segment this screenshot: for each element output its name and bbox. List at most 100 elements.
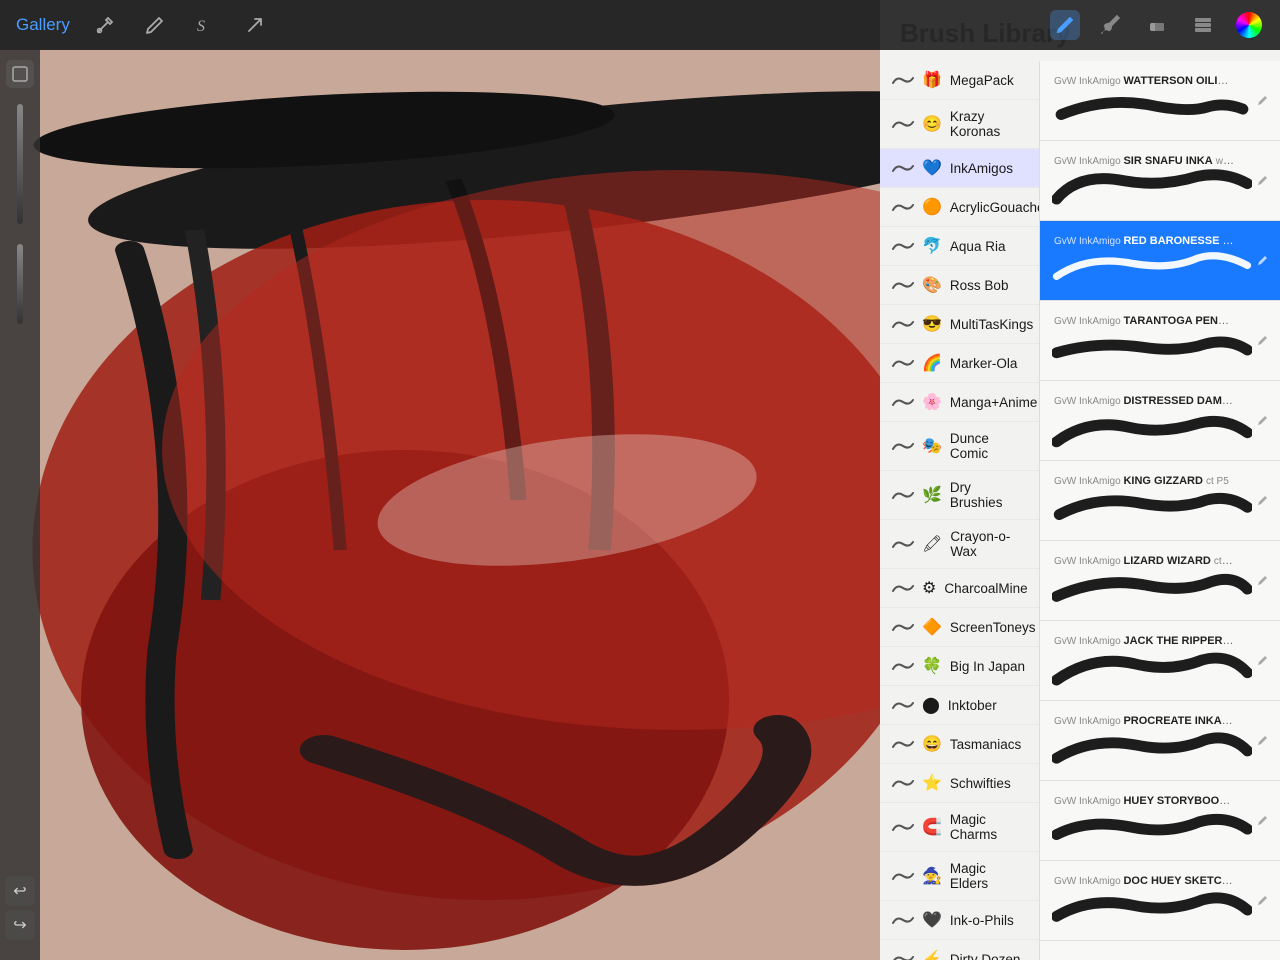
brush-name-text: GvW InkAmigo SIR SNAFU INKA wct P5: [1054, 155, 1234, 167]
brush-preview: GvW InkAmigo DISTRESSED DAMSEL ct P5: [1050, 391, 1254, 451]
brush-name-text: GvW InkAmigo PROCREATE INKADEMY ct P5: [1054, 715, 1234, 727]
brush-preview: GvW InkAmigo LIZARD WIZARD ct P5: [1050, 551, 1254, 611]
category-label: Krazy Koronas: [950, 109, 1027, 139]
eraser-tool[interactable]: [1142, 10, 1172, 40]
brush-item-kinggizzard[interactable]: GvW InkAmigo KING GIZZARD ct P5: [1040, 461, 1280, 541]
sidebar-item-megapack[interactable]: 🎁MegaPack: [880, 61, 1039, 100]
category-label: Dirty Dozen: [950, 952, 1021, 960]
brush-name-text: GvW InkAmigo JACK THE RIPPERINK ct P5: [1054, 635, 1234, 647]
brush-preview: GvW InkAmigo WATTERSON OILINKA wct P5: [1050, 71, 1254, 131]
brush-preview: GvW InkAmigo SIR SNAFU INKA wct P5: [1050, 151, 1254, 211]
brush-item-hueystory[interactable]: GvW InkAmigo HUEY STORYBOOKWORM ct P5: [1040, 781, 1280, 861]
category-label: CharcoalMine: [944, 581, 1027, 596]
category-label: MultiTasKings: [950, 317, 1033, 332]
sidebar-item-acrylic[interactable]: 🟠AcrylicGouache: [880, 188, 1039, 227]
s-tool[interactable]: S: [190, 10, 220, 40]
category-label: Magic Elders: [950, 861, 1027, 891]
sidebar-item-dirtydozen[interactable]: ⚡Dirty Dozen: [880, 940, 1039, 960]
brush-preview: GvW InkAmigo DOC HUEY SKETCHER ct P5: [1050, 871, 1254, 931]
category-label: Dry Brushies: [950, 480, 1027, 510]
category-label: MegaPack: [950, 73, 1014, 88]
brush-list[interactable]: GvW InkAmigo WATTERSON OILINKA wct P5 Gv…: [1040, 61, 1280, 960]
sidebar-item-rossbob[interactable]: 🎨Ross Bob: [880, 266, 1039, 305]
brush-edit-icon[interactable]: [1254, 733, 1270, 749]
brush-item-watterson[interactable]: GvW InkAmigo WATTERSON OILINKA wct P5: [1040, 61, 1280, 141]
brush-edit-icon[interactable]: [1254, 253, 1270, 269]
gallery-button[interactable]: Gallery: [16, 15, 70, 35]
brush-preview: GvW InkAmigo KING GIZZARD ct P5: [1050, 471, 1254, 531]
brush-edit-icon[interactable]: [1254, 333, 1270, 349]
sidebar-item-biginjapan[interactable]: 🍀Big In Japan: [880, 647, 1039, 686]
sidebar-item-tasmaniacs[interactable]: 😄Tasmaniacs: [880, 725, 1039, 764]
color-wheel[interactable]: [1234, 10, 1264, 40]
opacity-slider[interactable]: [17, 104, 23, 224]
brush-name-text: GvW InkAmigo WATTERSON OILINKA wct P5: [1054, 75, 1234, 87]
left-toolbar: ↩ ↪: [0, 50, 40, 960]
category-label: Dunce Comic: [950, 431, 1027, 461]
sidebar-item-magiccharms[interactable]: 🧲Magic Charms: [880, 803, 1039, 852]
category-label: Marker-Ola: [950, 356, 1018, 371]
brush-preview: GvW InkAmigo JACK THE RIPPERINK ct P5: [1050, 631, 1254, 691]
sidebar-item-inkamigos[interactable]: 💙InkAmigos: [880, 149, 1039, 188]
sidebar-item-inkophils[interactable]: 🖤Ink-o-Phils: [880, 901, 1039, 940]
wrench-tool[interactable]: [90, 10, 120, 40]
brush-preview: GvW InkAmigo PROCREATE INKADEMY ct P5: [1050, 711, 1254, 771]
arrow-tool[interactable]: [240, 10, 270, 40]
edit-tool[interactable]: [140, 10, 170, 40]
brush-item-tarantoga[interactable]: GvW InkAmigo TARANTOGA PENCIL wct P5: [1040, 301, 1280, 381]
brush-edit-icon[interactable]: [1254, 813, 1270, 829]
brush-item-docsketcher[interactable]: GvW InkAmigo DOC HUEY SKETCHER ct P5: [1040, 861, 1280, 941]
brush-item-snafu[interactable]: GvW InkAmigo SIR SNAFU INKA wct P5: [1040, 141, 1280, 221]
brush-library-panel: Brush Library + 🎁MegaPack😊Krazy Koronas💙…: [880, 0, 1280, 960]
sidebar-item-markerola[interactable]: 🌈Marker-Ola: [880, 344, 1039, 383]
sidebar-item-aquaria[interactable]: 🐬Aqua Ria: [880, 227, 1039, 266]
brush-edit-icon[interactable]: [1254, 493, 1270, 509]
brush-edit-icon[interactable]: [1254, 413, 1270, 429]
brush-name-text: GvW InkAmigo TARANTOGA PENCIL wct P5: [1054, 315, 1234, 327]
brush-name-text: GvW InkAmigo LIZARD WIZARD ct P5: [1054, 555, 1234, 567]
category-label: Magic Charms: [950, 812, 1027, 842]
brush-item-lizardwizard[interactable]: GvW InkAmigo LIZARD WIZARD ct P5: [1040, 541, 1280, 621]
sidebar-item-crayon[interactable]: 🖍Crayon-o-Wax: [880, 520, 1039, 569]
brush-preview: GvW InkAmigo RED BARONESSE OILINKA ct P5: [1050, 231, 1254, 291]
redo-button[interactable]: ↪: [5, 910, 35, 940]
pencil-tool[interactable]: [1050, 10, 1080, 40]
brush-preview: GvW InkAmigo TARANTOGA PENCIL wct P5: [1050, 311, 1254, 371]
sidebar-item-schwifties[interactable]: ⭐Schwifties: [880, 764, 1039, 803]
sidebar-item-screen[interactable]: 🔶ScreenToneys: [880, 608, 1039, 647]
category-label: ScreenToneys: [950, 620, 1036, 635]
checkbox-button[interactable]: [6, 60, 34, 88]
brush-edit-icon[interactable]: [1254, 93, 1270, 109]
brush-name-text: GvW InkAmigo HUEY STORYBOOKWORM ct P5: [1054, 795, 1234, 807]
brush-edit-icon[interactable]: [1254, 653, 1270, 669]
category-label: Inktober: [948, 698, 997, 713]
brush-edit-icon[interactable]: [1254, 573, 1270, 589]
category-label: Tasmaniacs: [950, 737, 1021, 752]
sidebar-item-charcoal[interactable]: ⚙CharcoalMine: [880, 569, 1039, 608]
topbar: Gallery S: [0, 0, 1280, 50]
sidebar-item-dunce[interactable]: 🎭Dunce Comic: [880, 422, 1039, 471]
brush-tool[interactable]: [1096, 10, 1126, 40]
undo-button[interactable]: ↩: [5, 876, 35, 906]
size-slider[interactable]: [17, 244, 23, 324]
brush-item-procreate[interactable]: GvW InkAmigo PROCREATE INKADEMY ct P5: [1040, 701, 1280, 781]
brush-item-baronesse[interactable]: GvW InkAmigo RED BARONESSE OILINKA ct P5: [1040, 221, 1280, 301]
category-label: Ink-o-Phils: [950, 913, 1014, 928]
sidebar-item-krazy[interactable]: 😊Krazy Koronas: [880, 100, 1039, 149]
category-label: InkAmigos: [950, 161, 1013, 176]
category-label: Schwifties: [950, 776, 1011, 791]
sidebar-item-manga[interactable]: 🌸Manga+Anime: [880, 383, 1039, 422]
sidebar-item-inktober[interactable]: ⬤Inktober: [880, 686, 1039, 725]
category-list[interactable]: 🎁MegaPack😊Krazy Koronas💙InkAmigos🟠Acryli…: [880, 61, 1040, 960]
brush-edit-icon[interactable]: [1254, 893, 1270, 909]
brush-name-text: GvW InkAmigo KING GIZZARD ct P5: [1054, 475, 1234, 487]
brush-item-distressed[interactable]: GvW InkAmigo DISTRESSED DAMSEL ct P5: [1040, 381, 1280, 461]
brush-preview: GvW InkAmigo HUEY STORYBOOKWORM ct P5: [1050, 791, 1254, 851]
sidebar-item-multitasking[interactable]: 😎MultiTasKings: [880, 305, 1039, 344]
sidebar-item-dry[interactable]: 🌿Dry Brushies: [880, 471, 1039, 520]
brush-item-jacktheripper[interactable]: GvW InkAmigo JACK THE RIPPERINK ct P5: [1040, 621, 1280, 701]
sidebar-item-magicelders[interactable]: 🧙Magic Elders: [880, 852, 1039, 901]
brush-edit-icon[interactable]: [1254, 173, 1270, 189]
brush-library-content: 🎁MegaPack😊Krazy Koronas💙InkAmigos🟠Acryli…: [880, 61, 1280, 960]
layers-tool[interactable]: [1188, 10, 1218, 40]
